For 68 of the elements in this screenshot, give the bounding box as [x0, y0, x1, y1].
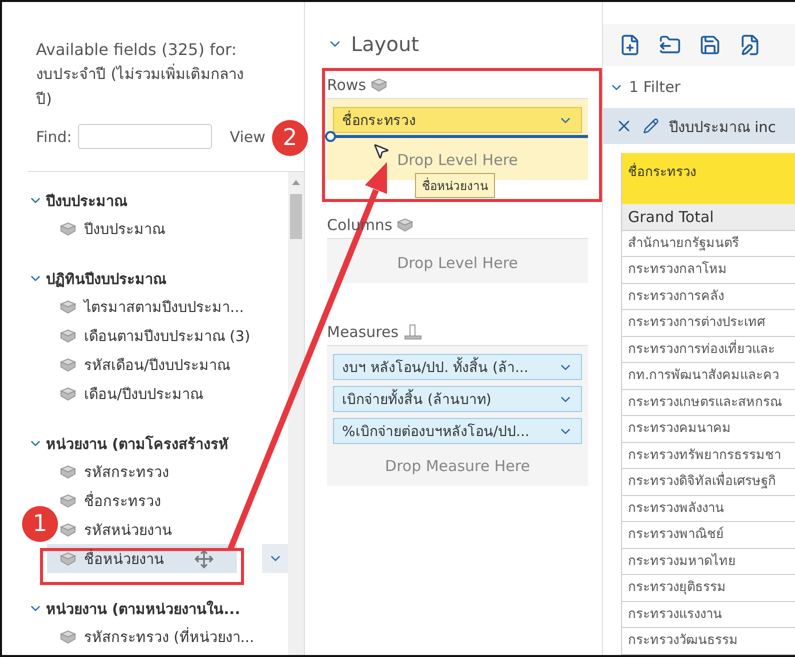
- table-cell: กระทรวงมหาดไทย: [622, 548, 795, 575]
- rows-drop-zone[interactable]: ชื่อกระทรวง Drop Level Here: [327, 98, 588, 180]
- cube-icon: [60, 358, 76, 372]
- tree-item[interactable]: เดือน/ปีงบประมาณ: [60, 378, 203, 408]
- tree-group[interactable]: หน่วยงาน (ตามโครงสร้างรหั: [28, 429, 288, 457]
- rows-label: Rows: [327, 76, 366, 94]
- table-cell: กระทรวงเกษตรและสหกรณ: [622, 390, 795, 416]
- item-menu-button[interactable]: [262, 544, 288, 574]
- drop-hint: Drop Level Here: [397, 151, 518, 169]
- cube-icon: [371, 78, 388, 92]
- tree-item[interactable]: รหัสกระทรวง (ที่หน่วยงา...: [60, 622, 254, 652]
- drop-hint: Drop Measure Here: [385, 457, 530, 475]
- edit-file-icon[interactable]: [739, 34, 761, 56]
- layout-title: Layout: [351, 32, 419, 56]
- filter-text: ปีงบประมาณ inc: [669, 118, 776, 138]
- cube-icon: [60, 300, 76, 314]
- pencil-icon[interactable]: [643, 118, 659, 134]
- cube-icon: [60, 494, 76, 508]
- find-field[interactable]: [78, 124, 212, 149]
- step-badge: 2: [272, 120, 308, 156]
- table-cell: กระทรวงพลังงาน: [622, 496, 795, 522]
- tree-item[interactable]: รหัสกระทรวง: [60, 456, 169, 486]
- drop-hint: Drop Level Here: [397, 254, 518, 272]
- cube-icon: [60, 630, 76, 644]
- measure-chip[interactable]: งบฯ หลังโอน/ปป. ทั้งสิ้น (ล้า...: [333, 354, 582, 380]
- table-cell: กระทรวงดิจิทัลเพื่อเศรษฐกิ: [622, 469, 795, 496]
- tree-group[interactable]: ปฏิทินปีงบประมาณ: [28, 264, 288, 292]
- tree-group[interactable]: ปีงบประมาณ: [28, 186, 288, 214]
- scrollbar[interactable]: [290, 194, 302, 239]
- new-file-icon[interactable]: [619, 34, 641, 56]
- measure-chip[interactable]: %เบิกจ่ายต่องบฯหลังโอน/ปป...: [333, 418, 582, 444]
- folder-icon[interactable]: [659, 34, 681, 56]
- ruler-icon: [404, 324, 422, 340]
- measures-drop-zone[interactable]: งบฯ หลังโอน/ปป. ทั้งสิ้น (ล้า... เบิกจ่ายทั้งสิ้น (ล้านบาท) %เบิกจ่ายต่องบฯหลังโอน/ปป... Drop Measure Here: [327, 345, 588, 486]
- tree-group[interactable]: หน่วยงาน (ตามหน่วยงานใน...: [28, 594, 288, 622]
- table-cell: กระทรวงทรัพยากรธรรมชา: [622, 442, 795, 469]
- measures-label: Measures: [327, 323, 399, 341]
- measure-chip[interactable]: เบิกจ่ายทั้งสิ้น (ล้านบาท): [333, 386, 582, 412]
- drag-tooltip: ชื่อหน่วยงาน: [415, 173, 495, 198]
- move-icon: [194, 549, 214, 569]
- row-level[interactable]: ชื่อกระทรวง: [333, 107, 582, 133]
- tree-item[interactable]: รหัสเดือน/ปีงบประมาณ: [60, 350, 230, 380]
- cube-icon: [60, 464, 76, 478]
- table-cell: กระทรวงการคลัง: [622, 284, 795, 310]
- tree-item[interactable]: ชื่อกระทรวง: [60, 486, 161, 516]
- cube-icon: [60, 328, 76, 342]
- find-label: Find:: [36, 128, 72, 146]
- tree-item[interactable]: รหัสหน่วยงาน: [60, 514, 172, 544]
- table-cell: Grand Total: [622, 204, 795, 230]
- cursor-icon: [372, 142, 390, 160]
- column-header: ชื่อกระทรวง: [622, 153, 795, 204]
- step-badge: 1: [22, 506, 58, 542]
- filter-count: 1 Filter: [629, 78, 680, 96]
- cube-icon: [60, 222, 76, 236]
- cube-name: งบประจำปี (ไม่รวมเพิ่มเติมกลางปี): [36, 62, 245, 110]
- view-menu[interactable]: View: [230, 128, 266, 146]
- cube-icon: [397, 218, 414, 232]
- panel-title: Available fields (325) for:: [36, 39, 238, 61]
- table-cell: กระทรวงการท่องเที่ยวและ: [622, 336, 795, 363]
- table-cell: สำนักนายกรัฐมนตรี: [622, 230, 795, 257]
- tree-item[interactable]: ไตรมาสตามปีงบประมา...: [60, 292, 244, 322]
- cube-icon: [60, 522, 76, 536]
- cube-icon: [60, 386, 76, 400]
- table-cell: กระทรวงแรงงาน: [622, 602, 795, 628]
- tree-item[interactable]: เดือนตามปีงบประมาณ (3): [60, 320, 250, 350]
- cube-icon: [60, 552, 76, 566]
- save-icon[interactable]: [699, 34, 721, 56]
- tree-item[interactable]: ปีงบประมาณ: [60, 214, 165, 244]
